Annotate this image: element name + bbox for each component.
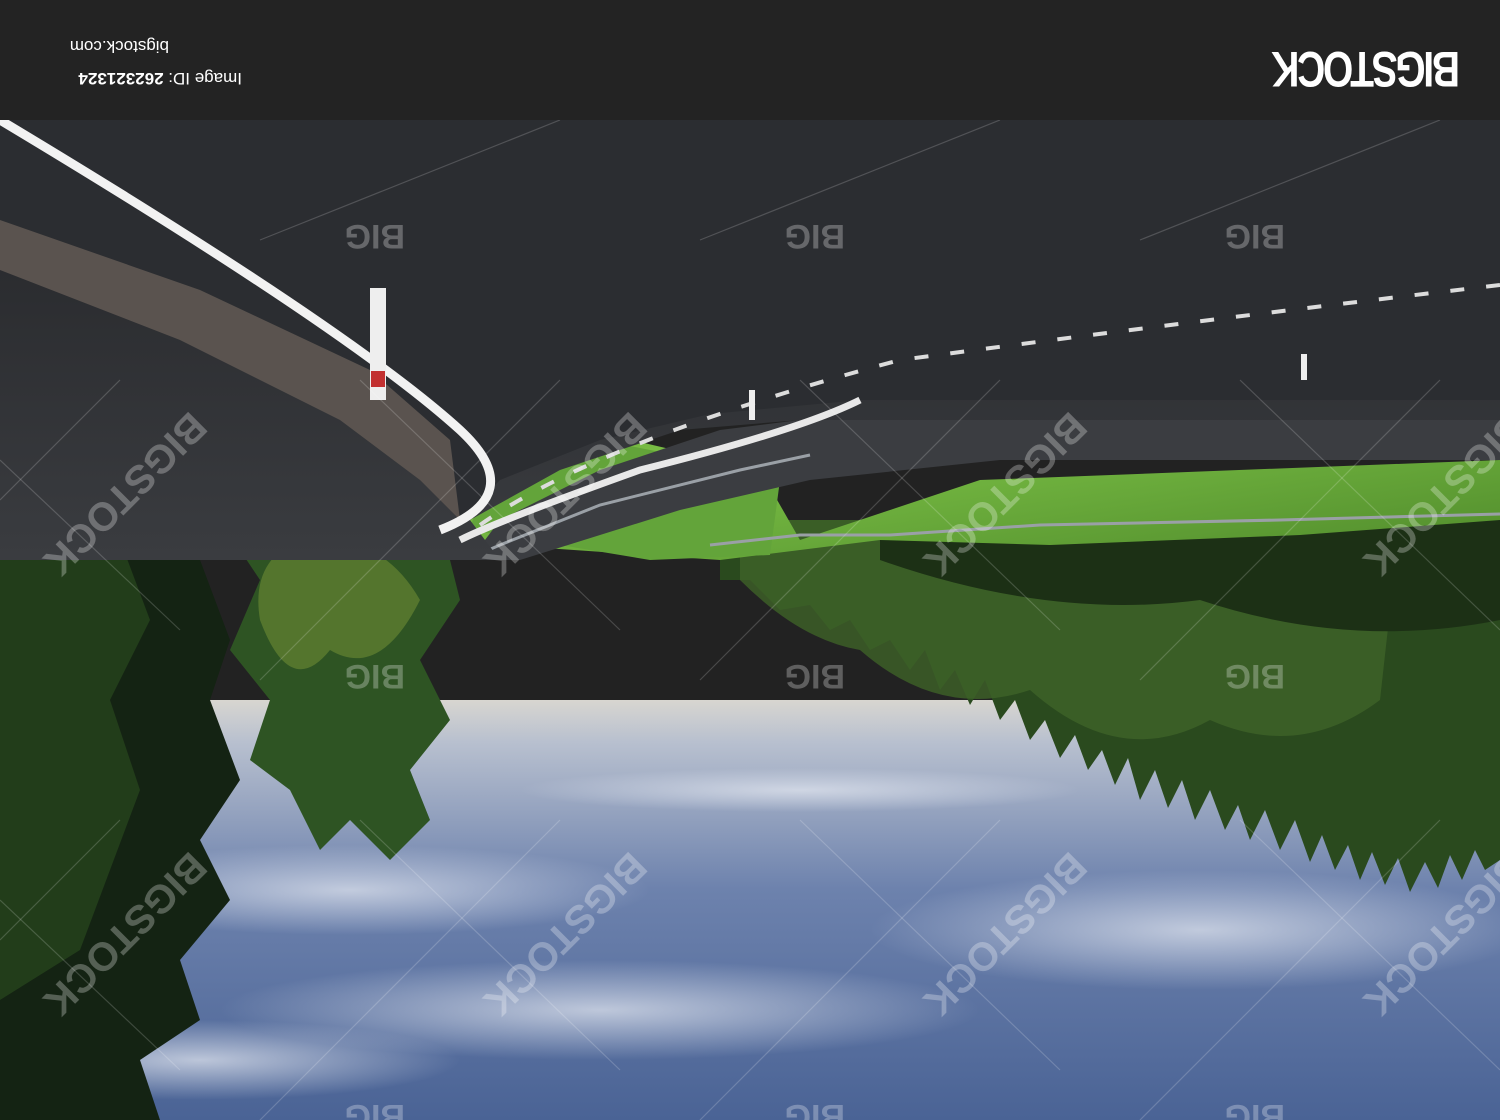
bigstock-logo: BIGSTOCK	[1273, 41, 1460, 97]
watermark-small: BIG	[1225, 217, 1285, 255]
watermark-small: BIG	[785, 1097, 845, 1120]
image-id-line: Image ID: 262321324	[78, 69, 242, 88]
road-post-reflector	[371, 371, 385, 387]
site-url: bigstock.com	[69, 37, 169, 56]
watermark-small: BIG	[345, 657, 405, 695]
image-id-label: Image ID:	[168, 69, 242, 88]
watermark-small: BIG	[345, 1097, 405, 1120]
watermark-small: BIG	[345, 217, 405, 255]
watermark-small: BIG	[785, 217, 845, 255]
road-landscape-photo: BIGSTOCK BIGSTOCK BIGSTOCK BIGSTOCK BIGS…	[0, 120, 1500, 1120]
image-id-value: 262321324	[78, 69, 164, 88]
road-post	[1301, 354, 1307, 380]
road-post	[749, 390, 755, 420]
watermark-small: BIG	[1225, 1097, 1285, 1120]
watermark-small: BIG	[785, 657, 845, 695]
stock-photo-preview: BIGSTOCK BIGSTOCK BIGSTOCK BIGSTOCK BIGS…	[0, 0, 1500, 1120]
watermark-small: BIG	[1225, 657, 1285, 695]
rotated-photo-container: BIGSTOCK BIGSTOCK BIGSTOCK BIGSTOCK BIGS…	[0, 0, 1500, 1120]
cloud	[520, 768, 1080, 812]
